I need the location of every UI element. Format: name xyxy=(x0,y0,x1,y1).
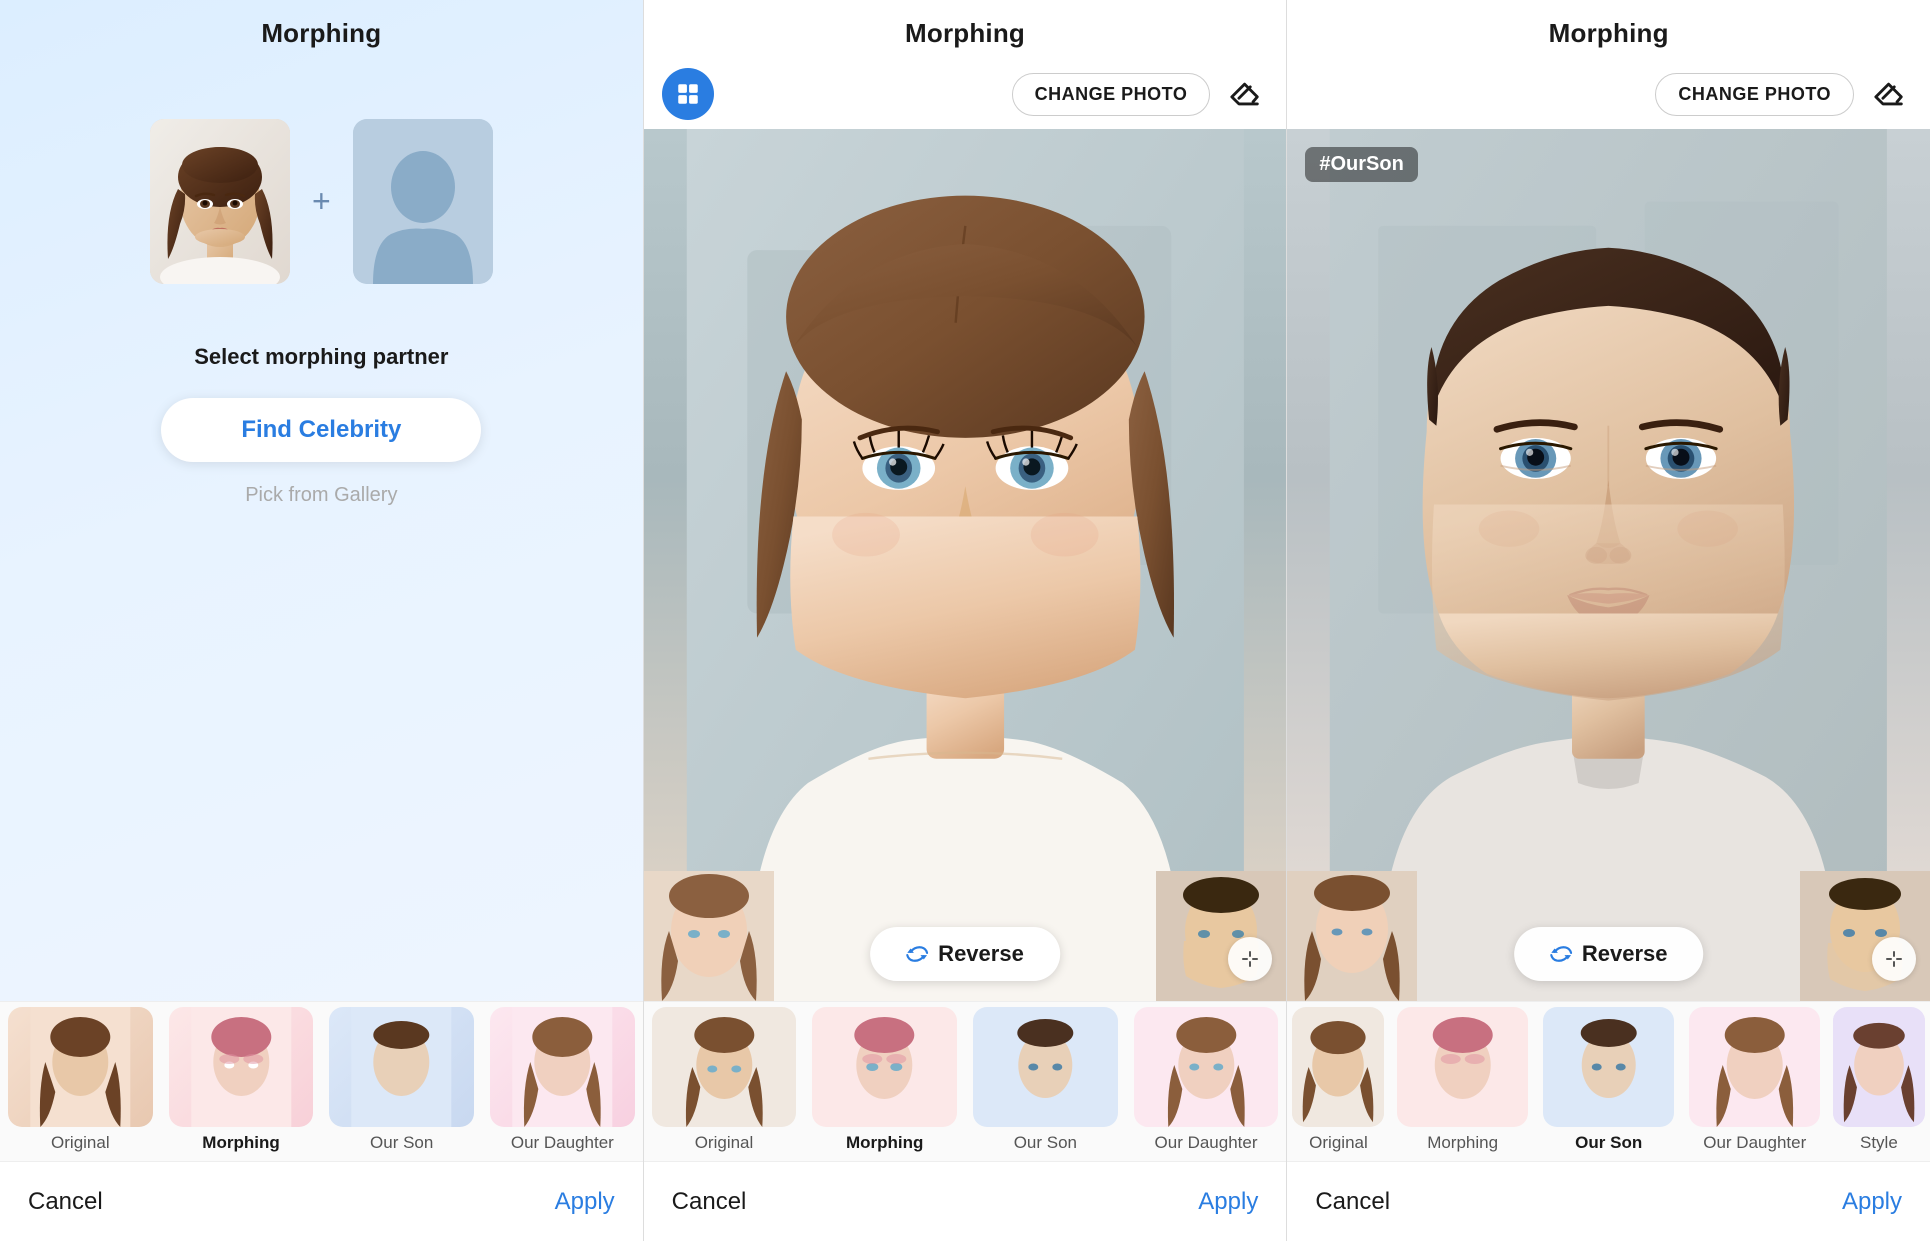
tab-daughter-p3[interactable]: Our Daughter xyxy=(1682,1002,1828,1161)
tab-original-p2[interactable]: Original xyxy=(644,1002,805,1161)
tab-thumb-style-p3 xyxy=(1833,1007,1925,1127)
partner-photo[interactable] xyxy=(353,119,493,284)
eraser-icon-p3 xyxy=(1873,77,1907,111)
tab-label-ourson-p1: Our Son xyxy=(370,1133,433,1153)
tab-label-daughter-p1: Our Daughter xyxy=(511,1133,614,1153)
panel2-toolbar: CHANGE PHOTO xyxy=(644,59,1287,129)
tab-label-daughter-p2: Our Daughter xyxy=(1155,1133,1258,1153)
panel1-content: + Select morphing partner Find Celebrity… xyxy=(0,59,643,1001)
top-bar-right-p3: CHANGE PHOTO xyxy=(1655,72,1912,116)
tab-style-p3[interactable]: Style xyxy=(1828,1002,1930,1161)
thumb-left-p2 xyxy=(644,871,774,1001)
main-image-p2: Reverse xyxy=(644,129,1287,1001)
tab-ourson-p1[interactable]: Our Son xyxy=(321,1002,482,1161)
tabs-strip-panel1: Original Morphing xyxy=(0,1001,643,1161)
tab-label-ourson-p3: Our Son xyxy=(1575,1133,1642,1153)
source-photo[interactable] xyxy=(150,119,290,284)
change-photo-button-p2[interactable]: CHANGE PHOTO xyxy=(1012,73,1211,116)
reverse-button-p2[interactable]: Reverse xyxy=(870,927,1060,981)
thumb-left-p3 xyxy=(1287,871,1417,1001)
eraser-button-p2[interactable] xyxy=(1224,72,1268,116)
apply-button-p2[interactable]: Apply xyxy=(1198,1188,1258,1216)
bottom-bar-panel2: Cancel Apply xyxy=(644,1161,1287,1241)
tab-label-style-p3: Style xyxy=(1860,1133,1898,1153)
grid-button-p2[interactable] xyxy=(662,68,714,120)
select-partner-label: Select morphing partner xyxy=(194,344,448,370)
tabs-strip-panel3: Original Morphing xyxy=(1287,1001,1930,1161)
pick-from-gallery-link[interactable]: Pick from Gallery xyxy=(245,484,397,507)
panel-3: Morphing CHANGE PHOTO xyxy=(1287,0,1930,1241)
cancel-button-p2[interactable]: Cancel xyxy=(672,1188,747,1216)
tab-thumb-original-p3 xyxy=(1292,1007,1384,1127)
expand-icon-p2 xyxy=(1240,949,1260,969)
tab-original-p3[interactable]: Original xyxy=(1287,1002,1389,1161)
panel-2: Morphing CHANGE PHOTO xyxy=(644,0,1288,1241)
tab-thumb-original-p1 xyxy=(8,1007,153,1127)
tab-label-original-p3: Original xyxy=(1309,1133,1368,1153)
tab-label-original-p1: Original xyxy=(51,1133,110,1153)
reverse-label-p2: Reverse xyxy=(938,941,1024,967)
reverse-icon-p3 xyxy=(1550,943,1572,965)
photo-pair: + xyxy=(150,119,493,284)
tab-thumb-ourson-p3 xyxy=(1543,1007,1674,1127)
plus-separator: + xyxy=(312,183,331,220)
tab-label-morphing-p1: Morphing xyxy=(202,1133,279,1153)
grid-icon xyxy=(675,81,701,107)
tab-label-morphing-p3: Morphing xyxy=(1427,1133,1498,1153)
tabs-strip-panel2: Original Morphing xyxy=(644,1001,1287,1161)
empty-face-placeholder xyxy=(353,119,493,284)
bottom-bar-panel3: Cancel Apply xyxy=(1287,1161,1930,1241)
eraser-icon-p2 xyxy=(1229,77,1263,111)
tab-ourson-p3[interactable]: Our Son xyxy=(1536,1002,1682,1161)
tab-daughter-p1[interactable]: Our Daughter xyxy=(482,1002,643,1161)
tab-label-original-p2: Original xyxy=(695,1133,754,1153)
expand-icon-p3 xyxy=(1884,949,1904,969)
reverse-button-p3[interactable]: Reverse xyxy=(1514,927,1704,981)
hashtag-overlay-p3: #OurSon xyxy=(1305,147,1417,182)
cancel-button-p3[interactable]: Cancel xyxy=(1315,1188,1390,1216)
panel1-title: Morphing xyxy=(0,0,643,59)
tab-thumb-daughter-p3 xyxy=(1689,1007,1820,1127)
tab-thumb-original-p2 xyxy=(652,1007,797,1127)
tab-ourson-p2[interactable]: Our Son xyxy=(965,1002,1126,1161)
tab-morphing-p3[interactable]: Morphing xyxy=(1390,1002,1536,1161)
change-photo-button-p3[interactable]: CHANGE PHOTO xyxy=(1655,73,1854,116)
tab-thumb-morphing-p1 xyxy=(169,1007,314,1127)
tab-label-morphing-p2: Morphing xyxy=(846,1133,923,1153)
panel3-toolbar: CHANGE PHOTO xyxy=(1287,59,1930,129)
tab-thumb-morphing-p2 xyxy=(812,1007,957,1127)
tab-daughter-p2[interactable]: Our Daughter xyxy=(1126,1002,1287,1161)
tab-morphing-p2[interactable]: Morphing xyxy=(804,1002,965,1161)
panel3-title: Morphing xyxy=(1287,0,1930,59)
tab-morphing-p1[interactable]: Morphing xyxy=(161,1002,322,1161)
reverse-label-p3: Reverse xyxy=(1582,941,1668,967)
tab-original-p1[interactable]: Original xyxy=(0,1002,161,1161)
panel2-title: Morphing xyxy=(644,0,1287,59)
eraser-button-p3[interactable] xyxy=(1868,72,1912,116)
main-image-p3: #OurSon xyxy=(1287,129,1930,1001)
apply-button-p3[interactable]: Apply xyxy=(1842,1188,1902,1216)
reverse-icon-p2 xyxy=(906,943,928,965)
tab-thumb-daughter-p1 xyxy=(490,1007,635,1127)
panel-1: Morphing xyxy=(0,0,644,1241)
top-bar-right-p2: CHANGE PHOTO xyxy=(1012,72,1269,116)
expand-button-p3[interactable] xyxy=(1872,937,1916,981)
apply-button-p1[interactable]: Apply xyxy=(555,1188,615,1216)
thumb-right-p2 xyxy=(1156,871,1286,1001)
bottom-bar-panel1: Cancel Apply xyxy=(0,1161,643,1241)
find-celebrity-button[interactable]: Find Celebrity xyxy=(161,398,481,462)
tab-label-daughter-p3: Our Daughter xyxy=(1703,1133,1806,1153)
cancel-button-p1[interactable]: Cancel xyxy=(28,1188,103,1216)
tab-thumb-daughter-p2 xyxy=(1134,1007,1279,1127)
tab-thumb-ourson-p2 xyxy=(973,1007,1118,1127)
tab-thumb-ourson-p1 xyxy=(329,1007,474,1127)
tab-label-ourson-p2: Our Son xyxy=(1014,1133,1077,1153)
thumb-right-p3 xyxy=(1800,871,1930,1001)
tab-thumb-morphing-p3 xyxy=(1397,1007,1528,1127)
